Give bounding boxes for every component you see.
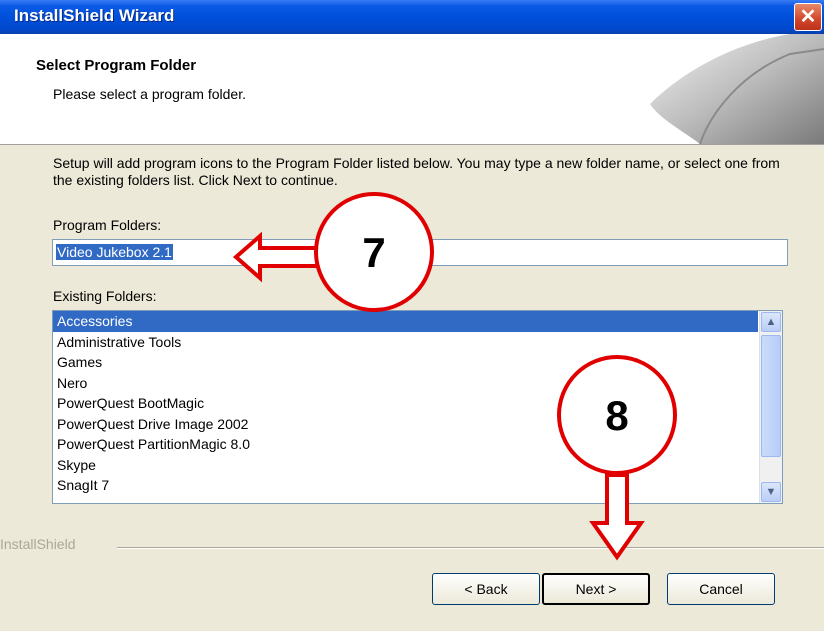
- description-text: Setup will add program icons to the Prog…: [53, 155, 780, 188]
- chevron-up-icon[interactable]: ▲: [761, 312, 781, 332]
- installshield-brand: InstallShield: [0, 536, 76, 552]
- separator: [117, 547, 824, 549]
- list-item[interactable]: Games: [53, 352, 758, 373]
- back-button[interactable]: < Back: [432, 573, 540, 605]
- list-item[interactable]: Skype: [53, 455, 758, 476]
- existing-folders-list[interactable]: Accessories Administrative Tools Games Nero…: [52, 310, 783, 504]
- wizard-header: Select Program Folder Please select a pr…: [0, 34, 824, 145]
- existing-folders-label: Existing Folders:: [53, 288, 157, 304]
- program-folder-value: Video Jukebox 2.1: [56, 244, 173, 260]
- window-title: InstallShield Wizard: [14, 6, 175, 25]
- close-button[interactable]: ✕: [794, 3, 822, 31]
- page-title: Select Program Folder: [36, 57, 197, 74]
- scrollbar[interactable]: ▲ ▼: [759, 311, 782, 503]
- list-item[interactable]: PowerQuest Drive Image 2002: [53, 414, 758, 435]
- list-item[interactable]: PowerQuest PartitionMagic 8.0: [53, 434, 758, 455]
- list-item[interactable]: Nero: [53, 373, 758, 394]
- program-folders-label: Program Folders:: [53, 217, 162, 233]
- title-bar: InstallShield Wizard ✕: [0, 0, 824, 34]
- scrollbar-thumb[interactable]: [761, 335, 781, 457]
- page-subtitle: Please select a program folder.: [53, 86, 246, 102]
- list-item[interactable]: SnagIt 7: [53, 475, 758, 496]
- header-graphic: [650, 34, 824, 144]
- list-item[interactable]: Accessories: [53, 311, 758, 332]
- list-item[interactable]: Administrative Tools: [53, 332, 758, 353]
- next-button[interactable]: Next >: [542, 573, 650, 605]
- chevron-down-icon[interactable]: ▼: [761, 482, 781, 502]
- cancel-button[interactable]: Cancel: [667, 573, 775, 605]
- program-folder-input[interactable]: Video Jukebox 2.1: [52, 239, 788, 266]
- close-icon: ✕: [799, 6, 817, 28]
- list-item[interactable]: PowerQuest BootMagic: [53, 393, 758, 414]
